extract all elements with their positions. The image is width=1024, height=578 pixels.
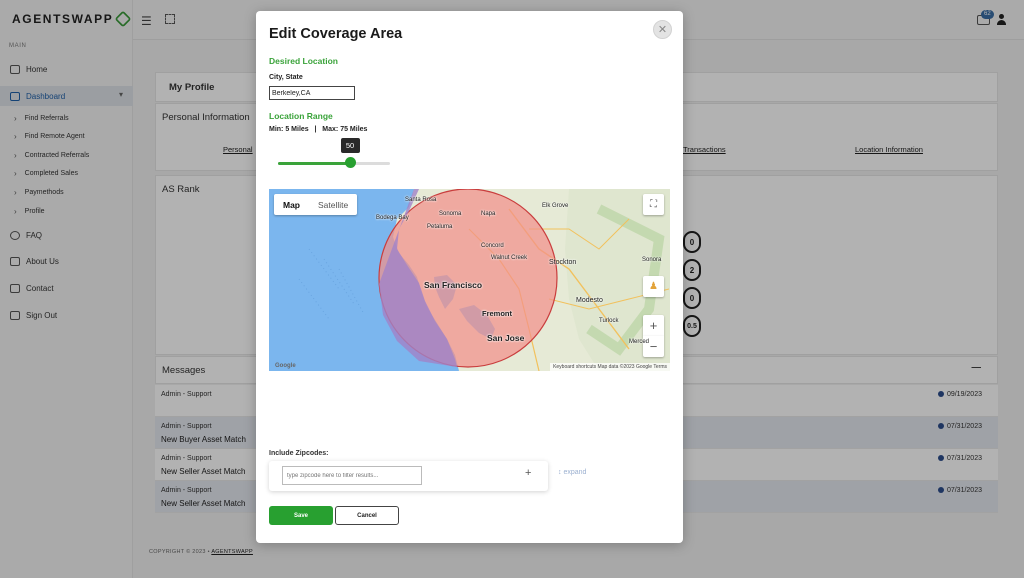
add-zipcode-button[interactable]: + bbox=[525, 467, 531, 479]
close-icon[interactable]: ✕ bbox=[653, 20, 672, 39]
map-city-label: Stockton bbox=[549, 259, 577, 266]
zoom-in-button[interactable]: + bbox=[643, 315, 664, 336]
slider-value-tooltip: 50 bbox=[340, 138, 360, 153]
city-state-input[interactable] bbox=[269, 86, 355, 100]
map-city-label: Fremont bbox=[482, 309, 512, 318]
modal-title: Edit Coverage Area bbox=[269, 26, 403, 42]
map-city-label: Walnut Creek bbox=[491, 255, 528, 261]
city-state-label: City, State bbox=[269, 74, 303, 81]
map-city-label: Napa bbox=[481, 211, 496, 217]
expand-zipcodes-link[interactable]: ↕ expand bbox=[558, 469, 586, 476]
desired-location-heading: Desired Location bbox=[269, 56, 338, 66]
zipcode-filter-box: + bbox=[269, 461, 548, 491]
map-city-label: San Jose bbox=[487, 333, 525, 343]
range-slider-fill bbox=[278, 162, 350, 165]
edit-coverage-modal: Edit Coverage Area ✕ Desired Location Ci… bbox=[256, 11, 683, 543]
map-city-label: San Francisco bbox=[424, 280, 483, 290]
cancel-button[interactable]: Cancel bbox=[335, 506, 399, 525]
zipcode-filter-input[interactable] bbox=[282, 466, 422, 485]
map-city-label: Petaluma bbox=[427, 224, 453, 230]
google-logo: Google bbox=[275, 363, 296, 369]
range-slider-thumb[interactable] bbox=[344, 157, 356, 168]
map-type-toggle: Map Satellite bbox=[274, 194, 358, 215]
map-city-label: Sonoma bbox=[439, 211, 462, 217]
range-min-max: Min: 5 Miles | Max: 75 Miles bbox=[269, 126, 368, 133]
map-tab[interactable]: Map bbox=[274, 194, 309, 215]
map-city-label: Turlock bbox=[599, 318, 619, 324]
map-city-label: Concord bbox=[481, 243, 504, 249]
expand-label: expand bbox=[563, 469, 587, 476]
range-slider-track[interactable] bbox=[278, 162, 390, 165]
map-city-label: Santa Rosa bbox=[405, 197, 437, 203]
map-fullscreen-icon[interactable]: ⛶ bbox=[643, 194, 664, 215]
coverage-map[interactable]: Map Satellite ⛶ ♟ + − Santa Rosa Petalum… bbox=[269, 189, 670, 371]
street-view-pegman-icon[interactable]: ♟ bbox=[643, 276, 664, 297]
map-city-label: Elk Grove bbox=[542, 203, 569, 209]
map-city-label: Bodega Bay bbox=[376, 215, 409, 221]
map-city-label: Merced bbox=[629, 339, 650, 345]
map-city-label: Sonora bbox=[642, 257, 662, 263]
map-attribution[interactable]: Keyboard shortcuts Map data ©2023 Google… bbox=[550, 363, 670, 371]
satellite-tab[interactable]: Satellite bbox=[309, 194, 357, 215]
include-zipcodes-label: Include Zipcodes: bbox=[269, 450, 329, 457]
map-city-label: Modesto bbox=[576, 297, 603, 304]
save-button[interactable]: Save bbox=[269, 506, 333, 525]
location-range-heading: Location Range bbox=[269, 111, 333, 121]
